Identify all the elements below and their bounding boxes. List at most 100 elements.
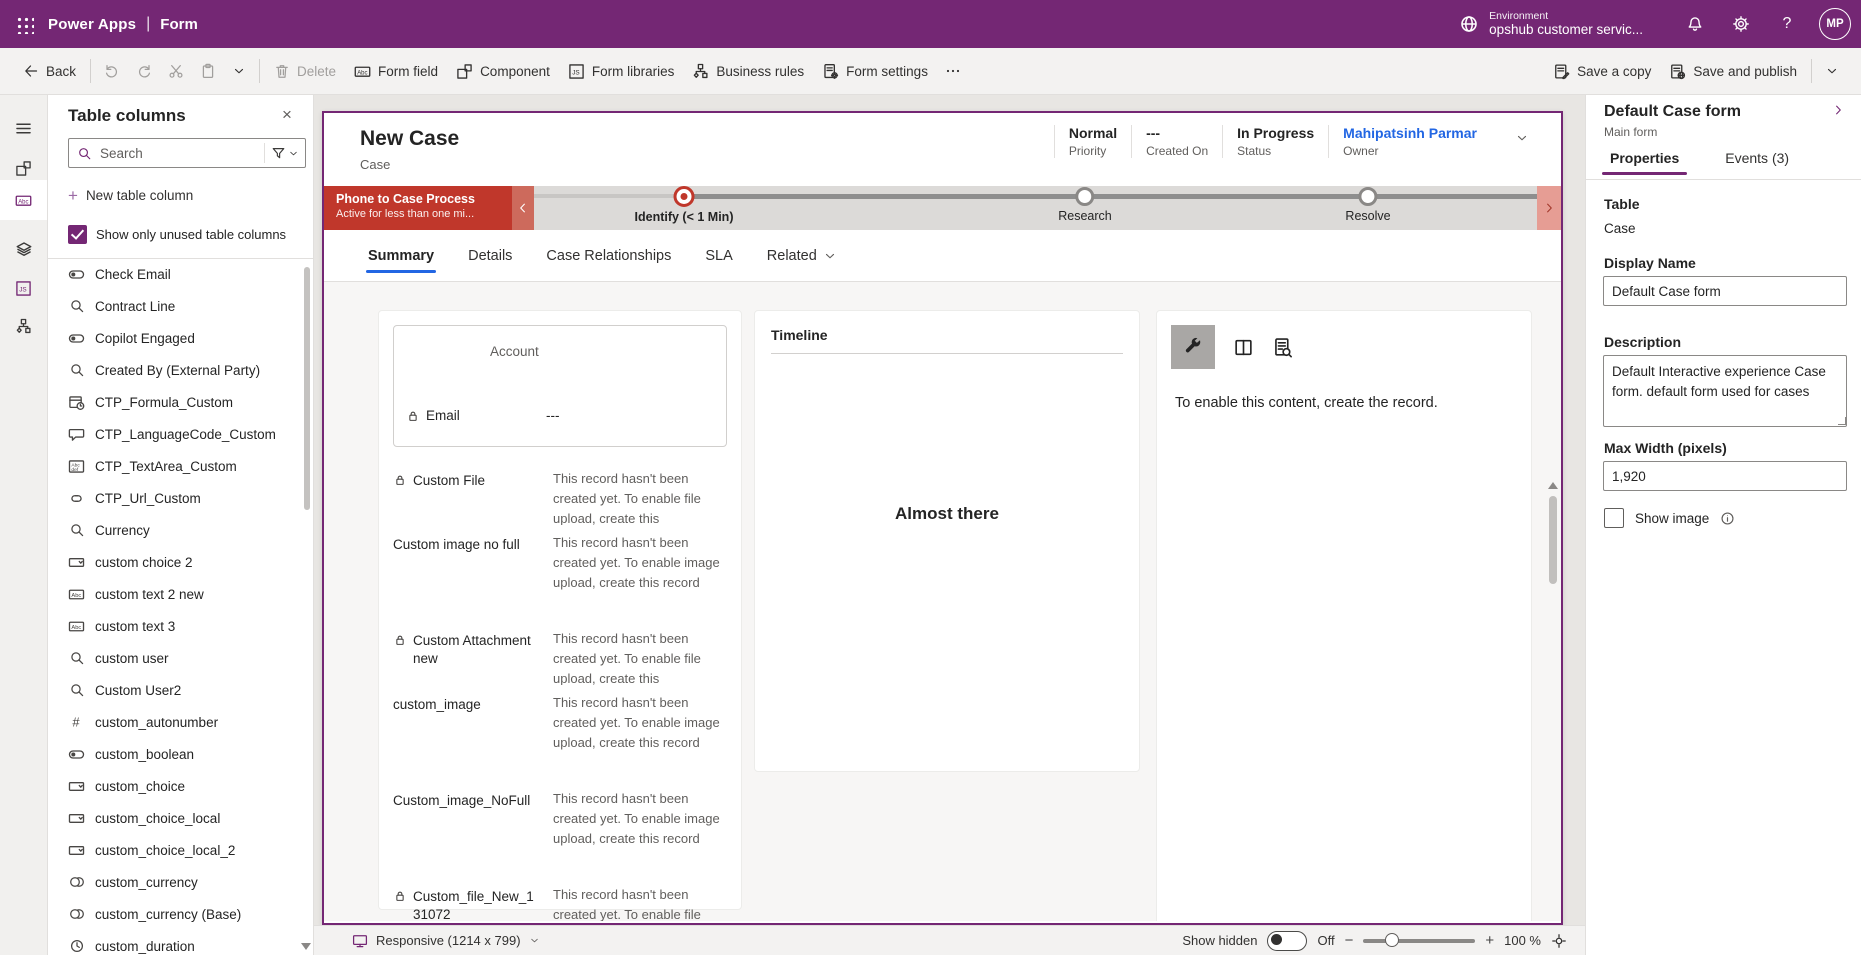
properties-tab[interactable]: Events (3) [1719, 149, 1795, 175]
max-width-input[interactable] [1603, 461, 1847, 491]
field-row[interactable]: Custom image no full This record hasn't … [393, 533, 727, 621]
new-table-column-button[interactable]: + New table column [68, 187, 193, 204]
header-field[interactable]: Mahipatsinh Parmar Owner [1328, 125, 1491, 158]
column-list-item[interactable]: Check Email [48, 258, 314, 290]
redo-button[interactable] [128, 54, 160, 88]
save-options-dropdown[interactable] [1817, 54, 1847, 88]
environment-picker[interactable]: Environment opshub customer servic... [1459, 10, 1643, 38]
wrench-tool-button[interactable] [1171, 325, 1215, 369]
display-name-input[interactable] [1603, 276, 1847, 306]
form-tab[interactable]: SLA [691, 230, 746, 281]
device-selector[interactable]: Responsive (1214 x 799) [352, 933, 540, 949]
header-field[interactable]: Normal Priority [1054, 125, 1131, 158]
field-row[interactable]: Custom_file_New_131072 This record hasn'… [393, 885, 727, 921]
zoom-out-button[interactable]: − [1345, 933, 1354, 948]
column-list-item[interactable]: custom_choice [48, 770, 314, 802]
scrollbar-thumb[interactable] [1549, 496, 1557, 584]
close-icon[interactable]: × [275, 103, 299, 127]
column-list-item[interactable]: custom_choice_local_2 [48, 834, 314, 866]
column-list-item[interactable]: Abc custom text 2 new [48, 578, 314, 610]
show-unused-checkbox[interactable]: Show only unused table columns [68, 225, 286, 244]
column-list-item[interactable]: custom_currency [48, 866, 314, 898]
description-input[interactable]: Default Interactive experience Case form… [1603, 355, 1847, 427]
column-list-item[interactable]: custom_choice_local [48, 802, 314, 834]
canvas-scrollbar[interactable] [1548, 482, 1558, 921]
bpf-next-button[interactable] [1537, 186, 1561, 230]
field-row[interactable]: Custom File This record hasn't been crea… [393, 469, 727, 525]
delete-button[interactable]: Delete [265, 54, 345, 88]
form-tab[interactable]: Details [454, 230, 526, 281]
bpf-name-box[interactable]: Phone to Case Process Active for less th… [324, 186, 512, 230]
column-list-item[interactable]: custom user [48, 642, 314, 674]
waffle-icon[interactable] [0, 0, 48, 48]
field-row[interactable]: Custom Attachment new This record hasn't… [393, 629, 727, 685]
column-list-item[interactable]: Custom User2 [48, 674, 314, 706]
rail-form-libraries-button[interactable]: JS [0, 268, 47, 308]
business-rules-button[interactable]: Business rules [683, 54, 813, 88]
expand-panel-chevron-icon[interactable] [1831, 103, 1845, 117]
form-libraries-button[interactable]: JS Form libraries [559, 54, 684, 88]
undo-button[interactable] [96, 54, 128, 88]
column-list-item[interactable]: Contract Line [48, 290, 314, 322]
column-list-item[interactable]: custom_duration [48, 930, 314, 955]
header-field[interactable]: --- Created On [1131, 125, 1222, 158]
form-settings-button[interactable]: Form settings [813, 54, 937, 88]
bpf-previous-button[interactable] [512, 186, 534, 230]
show-hidden-toggle[interactable] [1267, 931, 1307, 951]
component-button[interactable]: Component [447, 54, 559, 88]
more-commands-button[interactable] [937, 54, 969, 88]
rail-table-columns-button[interactable]: Abc [0, 180, 47, 220]
column-list-item[interactable]: custom choice 2 [48, 546, 314, 578]
scroll-up-arrow-icon[interactable] [1548, 482, 1558, 489]
column-list-item[interactable]: CTP_LanguageCode_Custom [48, 418, 314, 450]
save-and-publish-button[interactable]: Save and publish [1660, 54, 1806, 88]
avatar[interactable]: MP [1819, 8, 1851, 40]
search-input[interactable] [98, 145, 258, 162]
related-section[interactable]: To enable this content, create the recor… [1156, 310, 1532, 921]
rail-menu-button[interactable] [0, 108, 47, 148]
settings-button[interactable] [1721, 4, 1761, 44]
column-list-item[interactable]: Copilot Engaged [48, 322, 314, 354]
bpf-stage[interactable]: Resolve [1345, 186, 1390, 223]
rail-business-rules-button[interactable] [0, 306, 47, 346]
cut-button[interactable] [160, 54, 192, 88]
form-preview-card[interactable]: New Case Case Normal Priority --- Create… [322, 111, 1563, 925]
column-list-item[interactable]: Currency [48, 514, 314, 546]
back-button[interactable]: Back [14, 54, 85, 88]
book-icon[interactable] [1233, 337, 1254, 358]
account-lookup-card[interactable]: Account Email --- [393, 325, 727, 447]
notes-search-icon[interactable] [1272, 337, 1293, 358]
general-section[interactable]: Account Email --- [378, 310, 742, 910]
save-a-copy-button[interactable]: Save a copy [1544, 54, 1660, 88]
fit-icon[interactable] [1551, 933, 1567, 949]
form-field-button[interactable]: Abc Form field [345, 54, 447, 88]
column-list-item[interactable]: Abc custom text 3 [48, 610, 314, 642]
chevron-down-icon[interactable] [288, 148, 299, 159]
clipboard-dropdown[interactable] [224, 54, 254, 88]
form-tab[interactable]: Summary [354, 230, 448, 281]
field-row[interactable]: Custom_image_NoFull This record hasn't b… [393, 789, 727, 877]
email-field-row[interactable]: Email --- [406, 408, 714, 423]
properties-tab[interactable]: Properties [1604, 149, 1685, 175]
sidebar-scrollbar[interactable] [304, 267, 310, 510]
form-tab[interactable]: Related [753, 230, 851, 281]
info-icon[interactable] [1720, 511, 1735, 526]
bpf-stage[interactable]: Identify (< 1 Min) [635, 186, 734, 224]
filter-icon[interactable] [271, 146, 286, 161]
notifications-button[interactable] [1675, 4, 1715, 44]
timeline-section[interactable]: Timeline Almost there [754, 310, 1140, 772]
show-image-checkbox[interactable] [1604, 508, 1624, 528]
form-tab[interactable]: Case Relationships [532, 230, 685, 281]
column-list-item[interactable]: CTP_Formula_Custom [48, 386, 314, 418]
column-list-item[interactable]: Created By (External Party) [48, 354, 314, 386]
bpf-stage[interactable]: Research [1058, 186, 1112, 223]
zoom-in-button[interactable]: + [1485, 933, 1494, 948]
slider-thumb[interactable] [1385, 933, 1399, 947]
rail-tree-view-button[interactable] [0, 230, 47, 270]
field-row[interactable]: custom_image This record hasn't been cre… [393, 693, 727, 781]
scroll-down-arrow-icon[interactable] [301, 943, 311, 950]
column-list-item[interactable]: custom_boolean [48, 738, 314, 770]
help-button[interactable]: ? [1767, 4, 1807, 44]
header-expand-chevron-icon[interactable] [1515, 131, 1529, 145]
column-list-item[interactable]: Abcdef CTP_TextArea_Custom [48, 450, 314, 482]
